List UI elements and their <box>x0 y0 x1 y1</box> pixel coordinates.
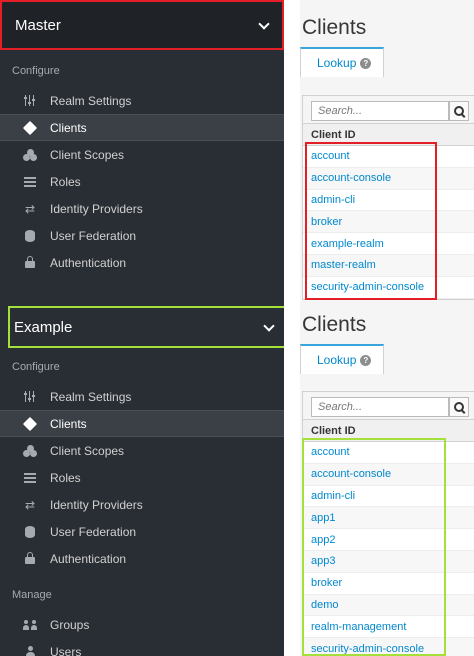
scopes-icon <box>22 147 38 163</box>
highlight-box-green <box>302 438 446 656</box>
sidebar-item-label: Roles <box>50 174 81 189</box>
manage-nav: Groups Users <box>0 611 284 656</box>
sidebar-item-label: Users <box>50 644 82 656</box>
chevron-down-icon <box>263 320 275 332</box>
sidebar: Example Configure Realm Settings Clients… <box>0 300 289 656</box>
chevron-down-icon <box>258 18 270 30</box>
search-button[interactable] <box>449 101 469 121</box>
roles-icon <box>22 174 38 190</box>
sidebar-item-user-federation[interactable]: User Federation <box>0 222 284 249</box>
sidebar-item-label: Clients <box>50 416 87 431</box>
tab-lookup[interactable]: Lookup ? <box>300 344 384 374</box>
tab-label: Lookup <box>317 56 357 70</box>
sidebar-item-roles[interactable]: Roles <box>0 464 284 491</box>
search-input[interactable] <box>311 101 449 121</box>
sidebar-item-label: User Federation <box>50 524 137 539</box>
realm-name: Master <box>15 16 61 34</box>
sidebar-item-user-federation[interactable]: User Federation <box>0 518 284 545</box>
example-realm-panel: Example Configure Realm Settings Clients… <box>0 300 474 656</box>
sidebar-item-label: Client Scopes <box>50 443 125 458</box>
sidebar-item-roles[interactable]: Roles <box>0 168 284 195</box>
section-configure: Configure <box>12 361 60 373</box>
sidebar-item-identity-providers[interactable]: ⇄ Identity Providers <box>0 491 284 518</box>
sidebar-item-label: Identity Providers <box>50 497 143 512</box>
sidebar-item-groups[interactable]: Groups <box>0 611 284 638</box>
cube-icon <box>22 120 38 136</box>
scopes-icon <box>22 443 38 459</box>
sidebar-item-label: Clients <box>50 120 87 135</box>
sidebar-item-label: Client Scopes <box>50 147 125 162</box>
realm-selector[interactable]: Master <box>0 0 284 50</box>
table-toolbar <box>303 96 474 124</box>
sliders-icon <box>22 389 38 405</box>
sidebar-item-label: User Federation <box>50 228 137 243</box>
table-toolbar <box>303 392 474 420</box>
sidebar-item-label: Roles <box>50 470 81 485</box>
database-icon <box>22 524 38 540</box>
sidebar-item-authentication[interactable]: Authentication <box>0 545 284 572</box>
section-configure: Configure <box>12 65 60 77</box>
sidebar-item-client-scopes[interactable]: Client Scopes <box>0 141 284 168</box>
sidebar-item-users[interactable]: Users <box>0 638 284 656</box>
master-realm-panel: Master Configure Realm Settings Clients … <box>0 0 474 300</box>
lock-icon <box>22 551 38 567</box>
configure-nav: Realm Settings Clients Client Scopes Rol… <box>0 87 284 276</box>
database-icon <box>22 228 38 244</box>
lock-icon <box>22 255 38 271</box>
sidebar-item-realm-settings[interactable]: Realm Settings <box>0 383 284 410</box>
configure-nav: Realm Settings Clients Client Scopes Rol… <box>0 383 284 572</box>
realm-name: Example <box>14 318 73 336</box>
sidebar: Master Configure Realm Settings Clients … <box>0 0 284 300</box>
sidebar-item-clients[interactable]: Clients <box>0 114 284 141</box>
sidebar-item-client-scopes[interactable]: Client Scopes <box>0 437 284 464</box>
tab-lookup[interactable]: Lookup ? <box>300 47 384 77</box>
gutter <box>284 0 300 300</box>
section-manage: Manage <box>12 589 52 601</box>
page-title: Clients <box>302 16 367 39</box>
sidebar-item-label: Identity Providers <box>50 201 143 216</box>
help-icon[interactable]: ? <box>360 57 372 69</box>
help-icon[interactable]: ? <box>360 354 372 366</box>
exchange-icon: ⇄ <box>24 201 36 216</box>
realm-selector[interactable]: Example <box>8 306 289 348</box>
sidebar-item-realm-settings[interactable]: Realm Settings <box>0 87 284 114</box>
user-icon <box>22 644 38 656</box>
page-title: Clients <box>302 313 367 336</box>
sidebar-item-label: Realm Settings <box>50 389 132 404</box>
tab-label: Lookup <box>317 353 357 367</box>
highlight-box-red <box>305 142 437 300</box>
sidebar-item-label: Realm Settings <box>50 93 132 108</box>
search-input[interactable] <box>311 397 449 417</box>
roles-icon <box>22 470 38 486</box>
search-icon <box>453 105 465 117</box>
sidebar-item-clients[interactable]: Clients <box>0 410 284 437</box>
sidebar-item-authentication[interactable]: Authentication <box>0 249 284 276</box>
sidebar-item-label: Authentication <box>50 255 127 270</box>
search-button[interactable] <box>449 397 469 417</box>
exchange-icon: ⇄ <box>24 497 36 512</box>
search-icon <box>453 401 465 413</box>
sidebar-item-label: Groups <box>50 617 90 632</box>
sidebar-item-label: Authentication <box>50 551 127 566</box>
sliders-icon <box>22 93 38 109</box>
gutter <box>284 300 300 656</box>
sidebar-item-identity-providers[interactable]: ⇄ Identity Providers <box>0 195 284 222</box>
group-icon <box>22 617 38 633</box>
cube-icon <box>22 416 38 432</box>
